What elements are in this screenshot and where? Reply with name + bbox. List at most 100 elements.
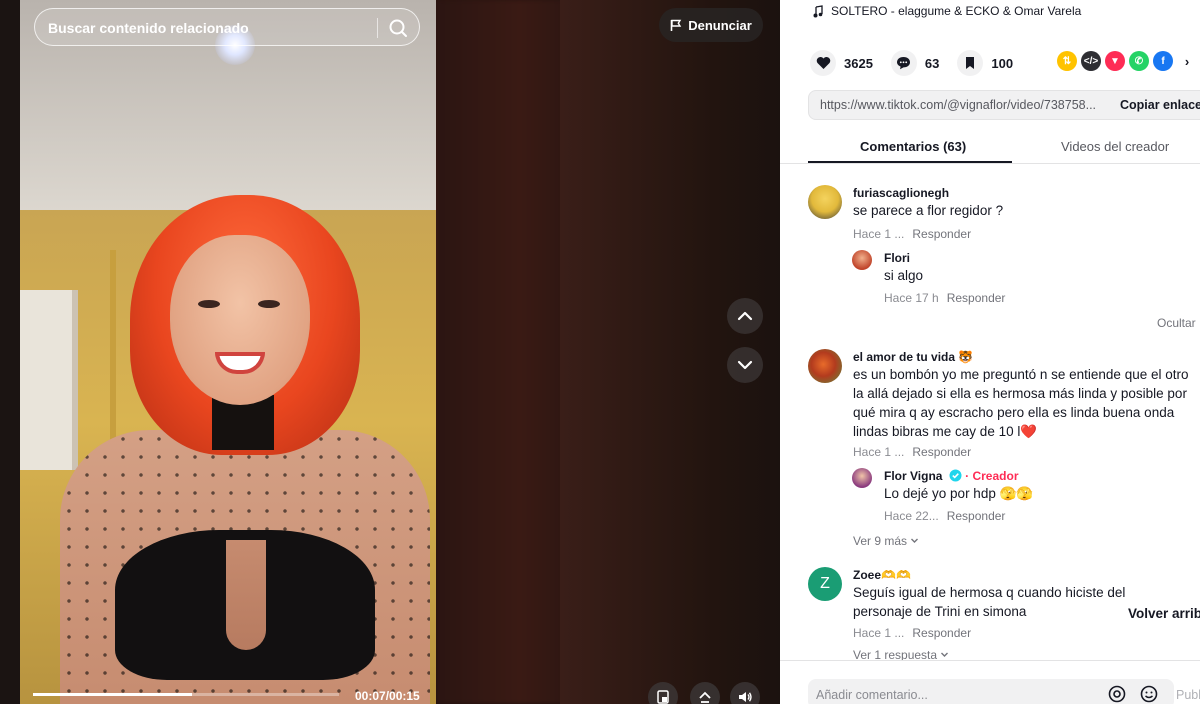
reply-text: Lo dejé yo por hdp 🫣🫣: [884, 486, 1034, 501]
comment-time: Hace 1 ...: [853, 445, 905, 459]
whatsapp-icon[interactable]: ✆: [1129, 51, 1149, 71]
video-stage: Buscar contenido relacionado Denunciar 0…: [0, 0, 780, 704]
tab-creator-videos[interactable]: Videos del creador: [1061, 139, 1169, 154]
report-label: Denunciar: [688, 17, 752, 33]
verified-icon: [949, 469, 962, 482]
reply-text: si algo: [884, 268, 924, 283]
mention-icon[interactable]: [1108, 685, 1126, 704]
video-progress-fill: [33, 693, 193, 696]
reply-user-name[interactable]: Flor Vigna: [884, 469, 942, 483]
floating-player-button[interactable]: [690, 682, 720, 704]
creator-badge: · Creador: [965, 469, 1019, 483]
float-icon: [699, 691, 711, 703]
chevron-down-icon: [737, 360, 753, 370]
heart-icon[interactable]: [810, 50, 836, 76]
repost-icon[interactable]: ⇅: [1057, 51, 1077, 71]
back-to-top-button[interactable]: Volver arriba: [1128, 606, 1200, 621]
previous-video-button[interactable]: [727, 298, 763, 334]
speaker-icon: [739, 692, 752, 702]
video-progress-bar[interactable]: [33, 693, 339, 696]
reply-button[interactable]: Responder: [947, 291, 1006, 305]
music-note-icon: [813, 4, 823, 17]
reply-username: Flor Vigna · Creador: [884, 469, 1018, 483]
comment-username[interactable]: Zoee🫶🫶: [853, 568, 911, 582]
comment-time: Hace 1 ...: [853, 227, 905, 241]
pip-icon: [657, 690, 669, 704]
music-title: SOLTERO - elaggume & ECKO & Omar Varela: [831, 4, 1082, 18]
next-video-button[interactable]: [727, 347, 763, 383]
video-eye-left: [198, 300, 220, 308]
side-panel: SOLTERO - elaggume & ECKO & Omar Varela …: [780, 0, 1200, 704]
embed-icon[interactable]: </>: [1081, 51, 1101, 71]
reply-meta: Hace 17 h Responder: [884, 291, 1005, 305]
comment-placeholder[interactable]: Añadir comentario...: [816, 688, 928, 702]
reply-button[interactable]: Responder: [912, 626, 971, 640]
facebook-icon[interactable]: f: [1153, 51, 1173, 71]
post-button[interactable]: Publicar: [1176, 688, 1200, 702]
chevron-right-icon[interactable]: ›: [1177, 51, 1197, 71]
like-stat[interactable]: 3625: [810, 50, 873, 76]
comment-username[interactable]: furiascaglionegh: [853, 186, 949, 200]
blurred-background: [436, 0, 576, 704]
comment-meta: Hace 1 ... Responder: [853, 445, 971, 459]
comment-text: es un bombón yo me preguntó n se entiend…: [853, 367, 1189, 439]
save-count: 100: [991, 55, 1014, 71]
panel-tabs: Comentarios (63) Videos del creador: [780, 128, 1200, 164]
pip-button[interactable]: [648, 682, 678, 704]
view-more-replies-button[interactable]: Ver 9 más: [853, 534, 919, 548]
send-icon[interactable]: ▼: [1105, 51, 1125, 71]
video-time: 00:07/00:15: [355, 689, 420, 703]
reply-button[interactable]: Responder: [947, 509, 1006, 523]
stage-edge: [0, 0, 20, 704]
copy-link-button[interactable]: Copiar enlace: [1120, 98, 1200, 112]
search-icon[interactable]: [383, 13, 413, 43]
comment-meta: Hace 1 ... Responder: [853, 227, 971, 241]
view-more-label: Ver 9 más: [853, 534, 908, 548]
search-divider: [377, 18, 378, 38]
flag-icon: [670, 19, 682, 31]
comment-icon[interactable]: [890, 50, 917, 76]
comment-composer: Añadir comentario... Publicar: [780, 660, 1200, 704]
chevron-up-icon: [737, 311, 753, 321]
emoji-icon[interactable]: [1140, 685, 1158, 704]
video-neckline: [226, 540, 266, 650]
bookmark-icon[interactable]: [957, 50, 984, 76]
save-stat[interactable]: 100: [957, 50, 1013, 76]
video-eye-right: [258, 300, 280, 308]
comment-username[interactable]: el amor de tu vida 🐯: [853, 350, 973, 364]
comment-meta: Hace 1 ... Responder: [853, 626, 971, 640]
comment-count: 63: [924, 55, 940, 71]
stats-row: 3625 63 100: [810, 50, 1031, 76]
avatar[interactable]: [808, 185, 842, 219]
video-url[interactable]: https://www.tiktok.com/@vignaflor/video/…: [820, 98, 1096, 112]
reply-time: Hace 17 h: [884, 291, 939, 305]
comment-input[interactable]: Añadir comentario...: [808, 679, 1174, 704]
video-door: [20, 290, 78, 470]
tab-comments[interactable]: Comentarios (63): [860, 139, 966, 154]
avatar[interactable]: [808, 349, 842, 383]
like-count: 3625: [844, 55, 873, 71]
reply-button[interactable]: Responder: [912, 445, 971, 459]
reply-button[interactable]: Responder: [912, 227, 971, 241]
music-info[interactable]: SOLTERO - elaggume & ECKO & Omar Varela: [813, 4, 1081, 18]
volume-button[interactable]: [730, 682, 760, 704]
active-tab-indicator: [808, 161, 1012, 163]
search-bar[interactable]: Buscar contenido relacionado: [34, 8, 420, 46]
video-face: [170, 235, 310, 405]
avatar[interactable]: [852, 468, 872, 488]
comment-stat[interactable]: 63: [890, 50, 940, 76]
reply-username[interactable]: Flori: [884, 251, 910, 265]
hide-replies-button[interactable]: Ocultar: [1157, 316, 1196, 330]
chevron-down-icon: [941, 652, 949, 657]
video-frame[interactable]: [20, 0, 436, 704]
comment-text: se parece a flor regidor ?: [853, 203, 1004, 218]
avatar[interactable]: Z: [808, 567, 842, 601]
video-link-box[interactable]: https://www.tiktok.com/@vignaflor/video/…: [808, 90, 1200, 120]
report-button[interactable]: Denunciar: [659, 8, 763, 42]
avatar[interactable]: [852, 250, 872, 270]
comment-time: Hace 1 ...: [853, 626, 905, 640]
search-placeholder[interactable]: Buscar contenido relacionado: [48, 20, 249, 36]
reply-meta: Hace 22... Responder: [884, 509, 1005, 523]
chevron-down-icon: [911, 538, 919, 543]
share-icons: ⇅ </> ▼ ✆ f ›: [1057, 51, 1197, 71]
